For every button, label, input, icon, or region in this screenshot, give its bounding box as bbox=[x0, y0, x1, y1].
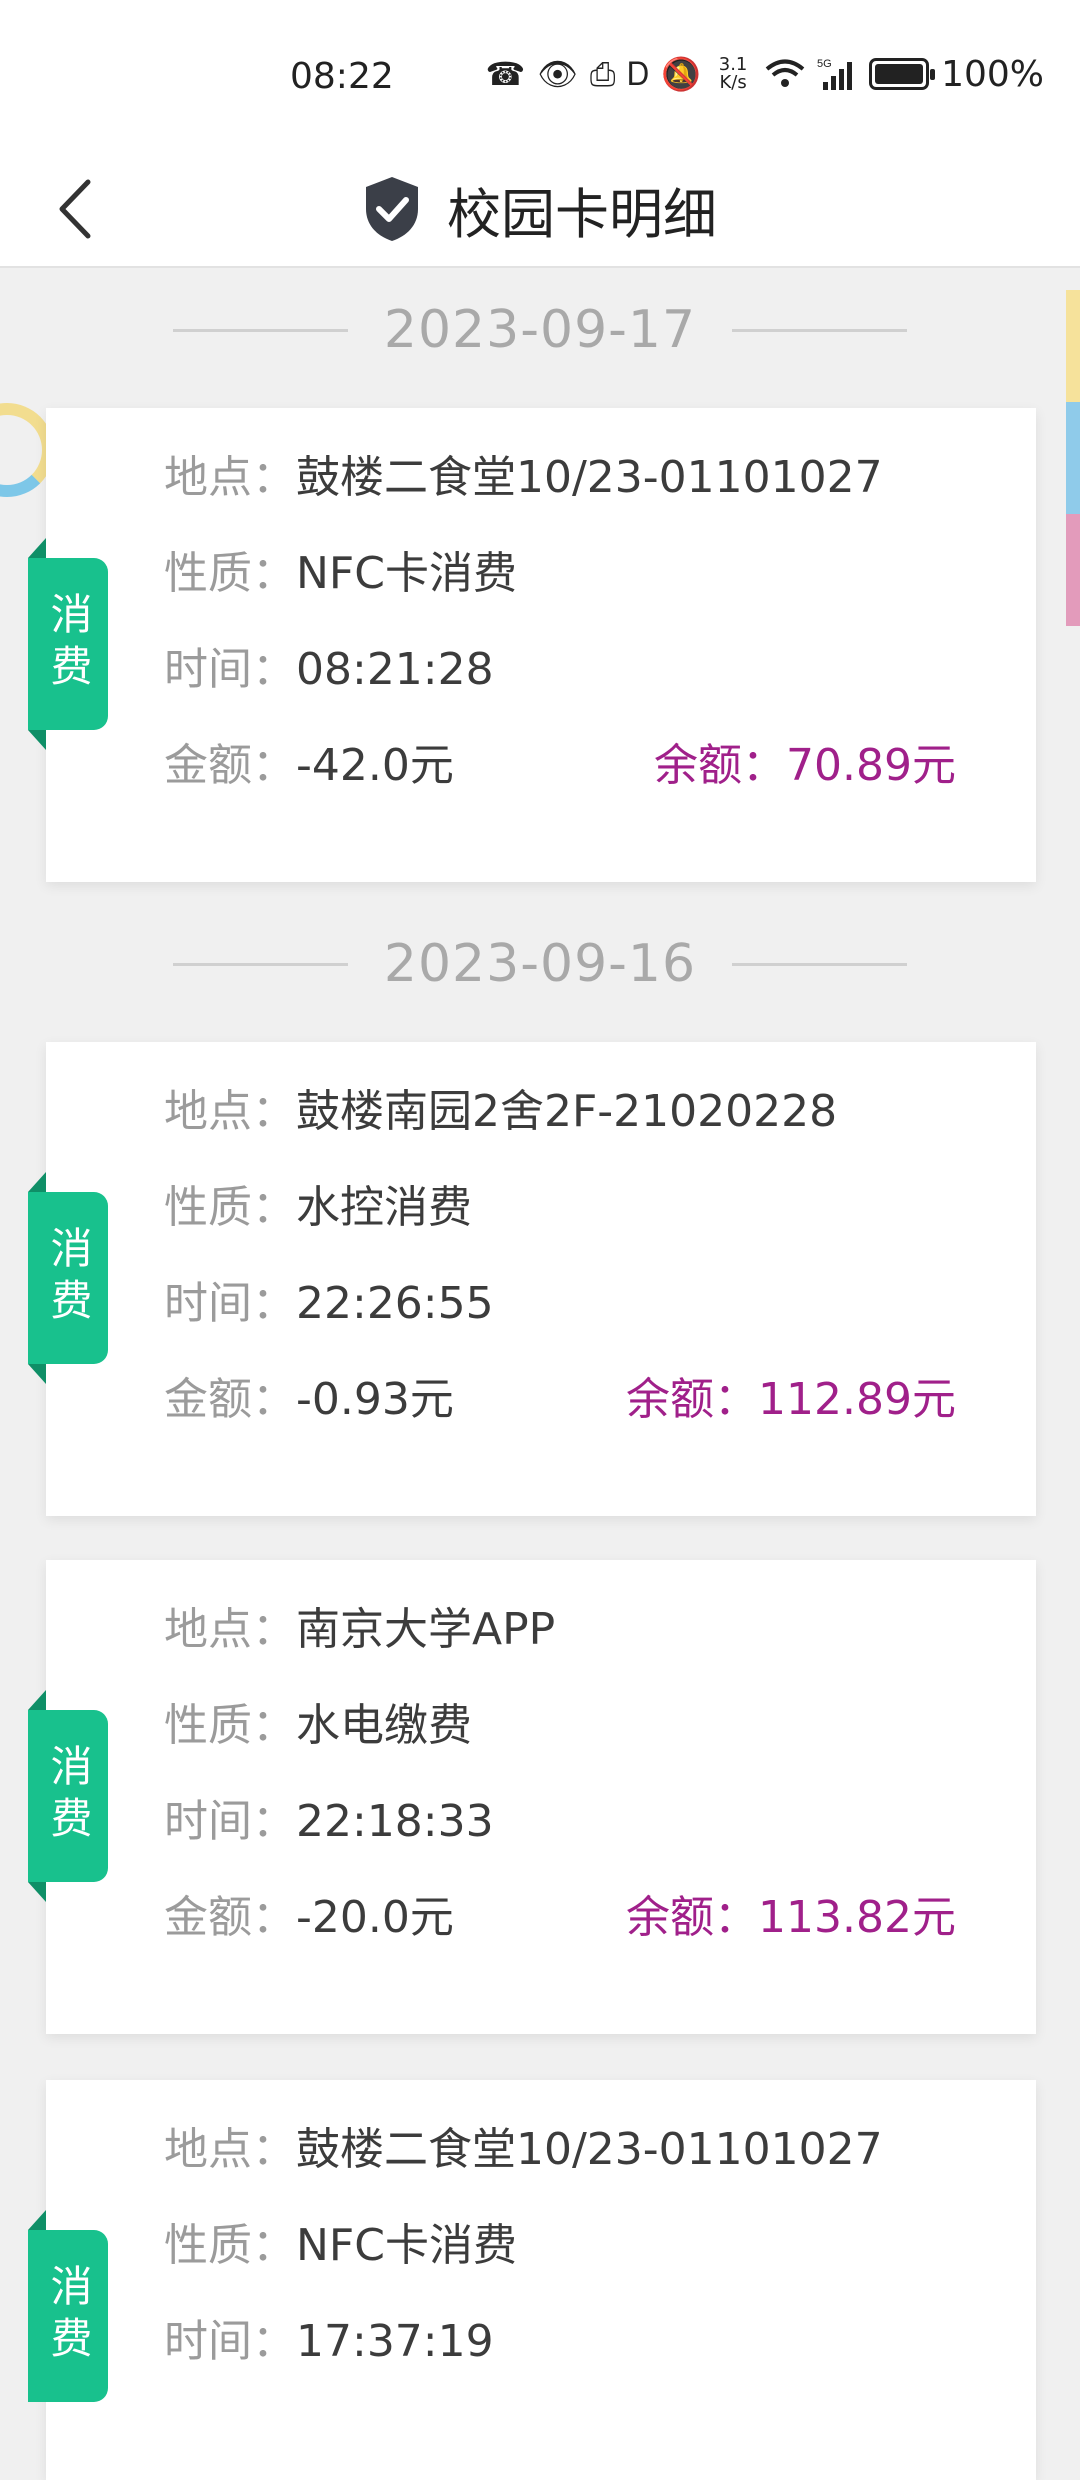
location-label: 地点： bbox=[164, 2124, 296, 2175]
mute-bell-icon: 🔕 bbox=[661, 55, 702, 93]
time-row: 时间：22:26:55 bbox=[164, 1274, 494, 1334]
nature-value: NFC卡消费 bbox=[296, 548, 517, 599]
badge-fold bbox=[28, 538, 46, 558]
date-divider: 2023-09-17 bbox=[0, 290, 1080, 370]
transaction-card[interactable]: 地点：鼓楼二食堂10/23-01101027 性质：NFC卡消费 时间：17:3… bbox=[46, 2080, 1036, 2480]
nature-row: 性质：水电缴费 bbox=[164, 1696, 472, 1756]
transaction-list[interactable]: 2023-09-17 地点：鼓楼二食堂10/23-01101027 性质：NFC… bbox=[0, 268, 1080, 2480]
time-row: 时间：22:18:33 bbox=[164, 1792, 494, 1852]
nature-row: 性质：水控消费 bbox=[164, 1178, 472, 1238]
battery-icon bbox=[869, 58, 936, 90]
badge-text: 消费 bbox=[44, 592, 93, 696]
status-bar: 08:22 ☎ 👁 ⎙ Ꭰ 🔕 3.1 K/s 5G 100% bbox=[0, 0, 1080, 150]
time-value: 08:21:28 bbox=[296, 644, 494, 695]
nature-label: 性质： bbox=[164, 1182, 296, 1233]
location-label: 地点： bbox=[164, 1604, 296, 1655]
nature-label: 性质： bbox=[164, 2220, 296, 2271]
nfc-icon: ⎙ bbox=[589, 55, 616, 93]
amount-label: 金额： bbox=[164, 740, 296, 791]
location-value: 鼓楼南园2舍2F-21020228 bbox=[296, 1086, 838, 1137]
status-time: 08:22 bbox=[290, 56, 394, 97]
time-label: 时间： bbox=[164, 2316, 296, 2367]
amount-row: 金额：-0.93元 bbox=[164, 1370, 454, 1430]
location-value: 南京大学APP bbox=[296, 1604, 556, 1655]
amount-value: -20.0元 bbox=[296, 1892, 454, 1943]
location-row: 地点：鼓楼二食堂10/23-01101027 bbox=[164, 2120, 883, 2180]
title-wrap: 校园卡明细 bbox=[0, 150, 1080, 268]
badge-text: 消费 bbox=[44, 1744, 93, 1848]
amount-label: 金额： bbox=[164, 1374, 296, 1425]
network-speed: 3.1 K/s bbox=[718, 54, 748, 93]
divider-line bbox=[172, 328, 348, 332]
eye-comfort-icon: 👁 bbox=[537, 55, 578, 93]
badge-text: 消费 bbox=[44, 2264, 93, 2368]
amount-value: -42.0元 bbox=[296, 740, 454, 791]
hd-call-icon: ☎ bbox=[485, 55, 526, 93]
location-row: 地点：鼓楼二食堂10/23-01101027 bbox=[164, 448, 883, 508]
time-row: 时间：17:37:19 bbox=[164, 2312, 494, 2372]
shield-check-icon bbox=[366, 177, 418, 241]
nature-label: 性质： bbox=[164, 548, 296, 599]
nature-label: 性质： bbox=[164, 1700, 296, 1751]
nature-row: 性质：NFC卡消费 bbox=[164, 544, 517, 604]
amount-row: 金额：-20.0元 bbox=[164, 1888, 454, 1948]
time-label: 时间： bbox=[164, 1796, 296, 1847]
location-label: 地点： bbox=[164, 452, 296, 503]
nature-value: NFC卡消费 bbox=[296, 2220, 517, 2271]
divider-line bbox=[732, 328, 908, 332]
location-row: 地点：南京大学APP bbox=[164, 1600, 555, 1660]
side-tab-pink[interactable] bbox=[1066, 514, 1080, 626]
consumption-badge: 消费 bbox=[28, 1710, 108, 1882]
balance-value: 余额：113.82元 bbox=[626, 1892, 956, 1943]
time-row: 时间：08:21:28 bbox=[164, 640, 494, 700]
side-tab-blue[interactable] bbox=[1066, 402, 1080, 514]
badge-fold bbox=[28, 1690, 46, 1710]
location-value: 鼓楼二食堂10/23-01101027 bbox=[296, 452, 883, 503]
balance-value: 余额：70.89元 bbox=[654, 740, 956, 791]
badge-fold bbox=[28, 2210, 46, 2230]
bluetooth-icon: Ꭰ bbox=[627, 55, 650, 93]
time-label: 时间： bbox=[164, 644, 296, 695]
badge-fold bbox=[28, 1364, 46, 1384]
date-divider: 2023-09-16 bbox=[0, 924, 1080, 1004]
battery-percent: 100% bbox=[941, 53, 1044, 95]
badge-fold bbox=[28, 1882, 46, 1902]
divider-line bbox=[732, 962, 908, 966]
badge-text: 消费 bbox=[44, 1226, 93, 1330]
page-header: 校园卡明细 bbox=[0, 150, 1080, 268]
amount-row: 金额：-42.0元 bbox=[164, 736, 454, 796]
time-value: 22:26:55 bbox=[296, 1278, 494, 1329]
date-label: 2023-09-17 bbox=[383, 300, 697, 360]
date-label: 2023-09-16 bbox=[383, 934, 697, 994]
badge-fold bbox=[28, 730, 46, 750]
badge-fold bbox=[28, 1172, 46, 1192]
time-value: 17:37:19 bbox=[296, 2316, 494, 2367]
location-value: 鼓楼二食堂10/23-01101027 bbox=[296, 2124, 883, 2175]
page-title: 校园卡明细 bbox=[447, 182, 717, 246]
location-row: 地点：鼓楼南园2舍2F-21020228 bbox=[164, 1082, 837, 1142]
nature-value: 水电缴费 bbox=[296, 1700, 472, 1751]
balance-value: 余额：112.89元 bbox=[626, 1374, 956, 1425]
divider-line bbox=[172, 962, 348, 966]
consumption-badge: 消费 bbox=[28, 1192, 108, 1364]
signal-5g-icon: 5G bbox=[817, 58, 853, 90]
status-icons: ☎ 👁 ⎙ Ꭰ 🔕 3.1 K/s 5G 100% bbox=[485, 52, 1044, 96]
transaction-card[interactable]: 地点：鼓楼南园2舍2F-21020228 性质：水控消费 时间：22:26:55… bbox=[46, 1042, 1036, 1516]
transaction-card[interactable]: 地点：鼓楼二食堂10/23-01101027 性质：NFC卡消费 时间：08:2… bbox=[46, 408, 1036, 882]
location-label: 地点： bbox=[164, 1086, 296, 1137]
consumption-badge: 消费 bbox=[28, 558, 108, 730]
consumption-badge: 消费 bbox=[28, 2230, 108, 2402]
wifi-icon bbox=[765, 59, 805, 87]
amount-value: -0.93元 bbox=[296, 1374, 454, 1425]
svg-text:5G: 5G bbox=[817, 58, 832, 70]
time-value: 22:18:33 bbox=[296, 1796, 494, 1847]
nature-row: 性质：NFC卡消费 bbox=[164, 2216, 517, 2276]
nature-value: 水控消费 bbox=[296, 1182, 472, 1233]
amount-label: 金额： bbox=[164, 1892, 296, 1943]
time-label: 时间： bbox=[164, 1278, 296, 1329]
transaction-card[interactable]: 地点：南京大学APP 性质：水电缴费 时间：22:18:33 金额：-20.0元… bbox=[46, 1560, 1036, 2034]
